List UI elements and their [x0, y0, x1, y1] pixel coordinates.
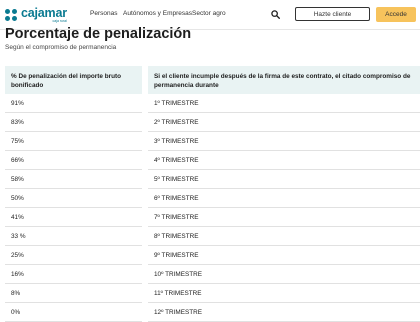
period-cell: 9º TRIMESTRE: [154, 252, 199, 259]
table-row: 8% 11º TRIMESTRE: [0, 284, 420, 303]
logo-subtext: caja rural: [52, 19, 67, 23]
penalty-percent-cell: 66%: [11, 157, 24, 164]
period-cell: 4º TRIMESTRE: [154, 157, 199, 164]
penalty-percent-cell: 33 %: [11, 233, 26, 240]
period-cell: 2º TRIMESTRE: [154, 119, 199, 126]
page-title: Porcentaje de penalización: [5, 26, 192, 42]
penalty-percent-cell: 83%: [11, 119, 24, 126]
logo-wordmark: cajamar: [21, 5, 67, 20]
table-row: 16% 10º TRIMESTRE: [0, 265, 420, 284]
period-cell: 5º TRIMESTRE: [154, 176, 199, 183]
period-cell: 3º TRIMESTRE: [154, 138, 199, 145]
period-cell: 7º TRIMESTRE: [154, 214, 199, 221]
table-row: 83% 2º TRIMESTRE: [0, 113, 420, 132]
table-header-period: Si el cliente incumple después de la fir…: [148, 66, 420, 94]
logo-mark-icon: [5, 8, 18, 22]
table-row: 33 % 8º TRIMESTRE: [0, 227, 420, 246]
penalty-percent-cell: 58%: [11, 176, 24, 183]
period-cell: 8º TRIMESTRE: [154, 233, 199, 240]
table-header-penalty: % De penalización del importe bruto boni…: [5, 66, 142, 94]
table-row: 25% 9º TRIMESTRE: [0, 246, 420, 265]
table-row: 91% 1º TRIMESTRE: [0, 94, 420, 113]
penalty-percent-cell: 16%: [11, 271, 24, 278]
cajamar-logo[interactable]: cajamar caja rural: [5, 5, 67, 23]
period-cell: 11º TRIMESTRE: [154, 290, 202, 297]
table-row: 0% 12º TRIMESTRE: [0, 303, 420, 322]
penalty-percent-cell: 8%: [11, 290, 21, 297]
period-cell: 1º TRIMESTRE: [154, 100, 199, 107]
table-row: 66% 4º TRIMESTRE: [0, 151, 420, 170]
table-row: 58% 5º TRIMESTRE: [0, 170, 420, 189]
nav-autonomos-empresas[interactable]: Autónomos y Empresas: [123, 10, 192, 17]
penalty-percent-cell: 75%: [11, 138, 24, 145]
period-cell: 10º TRIMESTRE: [154, 271, 203, 278]
penalty-percent-cell: 25%: [11, 252, 24, 259]
penalty-percent-cell: 41%: [11, 214, 24, 221]
accede-button[interactable]: Accede: [376, 7, 416, 22]
page-subtitle: Según el compromiso de permanencia: [5, 44, 117, 51]
table-row: 50% 6º TRIMESTRE: [0, 189, 420, 208]
table-row: 75% 3º TRIMESTRE: [0, 132, 420, 151]
search-icon[interactable]: [271, 10, 280, 19]
table-row: 41% 7º TRIMESTRE: [0, 208, 420, 227]
nav-personas[interactable]: Personas: [90, 10, 117, 17]
penalty-percent-cell: 50%: [11, 195, 24, 202]
penalty-percent-cell: 91%: [11, 100, 24, 107]
hazte-cliente-button[interactable]: Hazte cliente: [295, 7, 370, 21]
nav-sector-agro[interactable]: Sector agro: [192, 10, 226, 17]
period-cell: 6º TRIMESTRE: [154, 195, 199, 202]
